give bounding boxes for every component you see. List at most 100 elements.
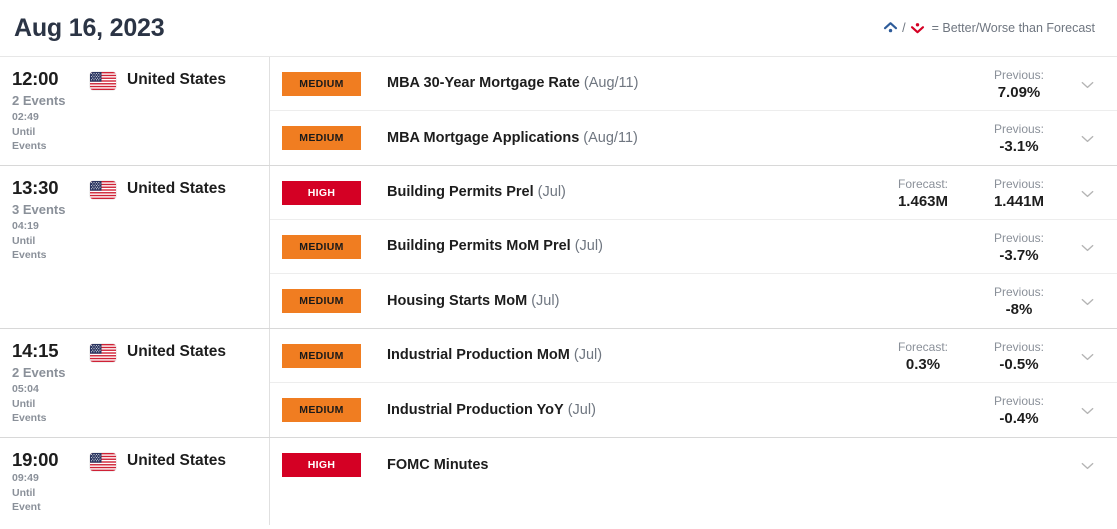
event-values <box>875 458 1107 472</box>
forecast-legend: / = Better/Worse than Forecast <box>883 21 1103 35</box>
event-row-0-1[interactable]: MEDIUM MBA Mortgage Applications (Aug/11… <box>270 111 1117 165</box>
event-values: Forecast: 1.463M Previous: 1.441M <box>875 176 1107 210</box>
country-united-states[interactable]: United States <box>90 340 226 362</box>
previous-label: Previous: <box>993 122 1045 136</box>
previous-cell: Previous: -8% <box>971 284 1067 318</box>
impact-badge: MEDIUM <box>282 343 361 368</box>
event-rows: MEDIUM Industrial Production MoM (Jul) F… <box>270 329 1117 437</box>
countdown-unit: Events <box>12 249 47 261</box>
country-united-states[interactable]: United States <box>90 449 226 471</box>
previous-value: -0.5% <box>999 355 1039 373</box>
row-expand-button[interactable] <box>1067 349 1107 363</box>
previous-label: Previous: <box>993 285 1045 299</box>
row-expand-button[interactable] <box>1067 186 1107 200</box>
row-expand-button[interactable] <box>1067 403 1107 417</box>
time-group-1415: 14:15 2 Events 05:04 Until Events United… <box>0 329 1117 438</box>
country-united-states[interactable]: United States <box>90 68 226 90</box>
previous-cell: Previous: -0.5% <box>971 339 1067 373</box>
chevron-down-icon <box>1081 242 1094 251</box>
forecast-label: Forecast: <box>897 176 948 191</box>
event-values: Previous: -3.7% <box>875 230 1107 264</box>
caret-up-dot-icon <box>883 21 898 35</box>
time-group-1200: 12:00 2 Events 02:49 Until Events United… <box>0 57 1117 166</box>
chevron-down-icon <box>1081 351 1094 360</box>
us-flag-icon <box>90 453 116 471</box>
time-column: 13:30 3 Events 04:19 Until Events United… <box>0 166 270 328</box>
group-event-count: 2 Events <box>12 365 66 380</box>
event-period: (Jul) <box>527 292 560 309</box>
event-values: Previous: -3.1% <box>875 121 1107 155</box>
event-row-3-0[interactable]: HIGH FOMC Minutes <box>270 438 1117 492</box>
event-title: Housing Starts MoM (Jul) <box>361 292 875 311</box>
impact-badge: MEDIUM <box>282 126 361 150</box>
time-group-1900: 19:00 09:49 Until Event United States HI… <box>0 438 1117 525</box>
us-flag-icon <box>90 344 116 362</box>
countdown-until: Until <box>12 397 36 410</box>
previous-value: -0.4% <box>999 410 1039 427</box>
event-name: MBA Mortgage Applications <box>387 129 580 146</box>
row-expand-button[interactable] <box>1067 77 1107 91</box>
event-row-0-0[interactable]: MEDIUM MBA 30-Year Mortgage Rate (Aug/11… <box>270 57 1117 111</box>
previous-cell: Previous: -3.1% <box>971 121 1067 155</box>
countdown-until: Until <box>12 125 36 138</box>
event-rows: HIGH FOMC Minutes <box>270 438 1117 525</box>
event-row-1-2[interactable]: MEDIUM Housing Starts MoM (Jul) Previous… <box>270 274 1117 328</box>
time-column: 19:00 09:49 Until Event United States <box>0 438 270 525</box>
previous-value: -3.1% <box>999 138 1039 155</box>
event-name: FOMC Minutes <box>387 456 489 473</box>
event-rows: HIGH Building Permits Prel (Jul) Forecas… <box>270 166 1117 328</box>
chevron-down-icon <box>1081 133 1094 143</box>
caret-down-dot-icon <box>910 21 925 35</box>
previous-cell: Previous: -0.4% <box>971 393 1067 427</box>
previous-value: 1.441M <box>993 192 1045 210</box>
row-expand-button[interactable] <box>1067 294 1107 308</box>
event-period: (Aug/11) <box>579 129 638 146</box>
event-title: Industrial Production MoM (Jul) <box>361 346 875 365</box>
previous-label: Previous: <box>993 176 1045 191</box>
countdown-unit: Event <box>12 501 41 513</box>
row-expand-button[interactable] <box>1067 240 1107 254</box>
group-time: 14:15 <box>12 340 59 361</box>
country-name: United States <box>127 343 227 360</box>
impact-badge: HIGH <box>282 453 361 477</box>
event-values: Previous: -0.4% <box>875 393 1107 427</box>
countdown-time: 09:49 <box>12 472 39 484</box>
group-event-count: 2 Events <box>12 93 66 108</box>
chevron-down-icon <box>1081 79 1094 88</box>
chevron-down-icon <box>1081 460 1094 470</box>
chevron-down-icon <box>1081 405 1094 415</box>
forecast-cell: Forecast: 0.3% <box>875 339 971 373</box>
previous-value: 7.09% <box>997 83 1041 101</box>
event-name: Industrial Production YoY <box>387 401 564 418</box>
event-row-1-0[interactable]: HIGH Building Permits Prel (Jul) Forecas… <box>270 166 1117 220</box>
row-expand-button[interactable] <box>1067 131 1107 145</box>
time-column: 14:15 2 Events 05:04 Until Events United… <box>0 329 270 437</box>
us-flag-icon <box>90 181 116 199</box>
event-title: MBA 30-Year Mortgage Rate (Aug/11) <box>361 74 875 93</box>
countdown-unit: Events <box>12 140 47 152</box>
countdown-unit: Events <box>12 412 47 424</box>
previous-label: Previous: <box>993 394 1045 408</box>
event-title: MBA Mortgage Applications (Aug/11) <box>361 129 875 148</box>
event-values: Forecast: 0.3% Previous: -0.5% <box>875 339 1107 373</box>
event-row-1-1[interactable]: MEDIUM Building Permits MoM Prel (Jul) P… <box>270 220 1117 274</box>
impact-badge: MEDIUM <box>282 289 361 313</box>
event-title: Building Permits MoM Prel (Jul) <box>361 237 875 256</box>
group-event-count: 3 Events <box>12 202 66 217</box>
impact-badge: MEDIUM <box>282 71 361 96</box>
previous-label: Previous: <box>993 339 1045 354</box>
chevron-down-icon <box>1081 296 1094 306</box>
legend-text: = Better/Worse than Forecast <box>931 21 1095 35</box>
row-expand-button[interactable] <box>1067 458 1107 472</box>
countdown-until: Until <box>12 234 36 247</box>
country-united-states[interactable]: United States <box>90 177 226 199</box>
impact-badge: MEDIUM <box>282 398 361 422</box>
countdown-time: 05:04 <box>12 383 39 395</box>
event-row-2-0[interactable]: MEDIUM Industrial Production MoM (Jul) F… <box>270 329 1117 383</box>
page-title: Aug 16, 2023 <box>14 13 165 42</box>
previous-cell: Previous: 7.09% <box>971 67 1067 101</box>
event-title: FOMC Minutes <box>361 456 875 475</box>
previous-value: -8% <box>1005 301 1033 318</box>
time-group-1330: 13:30 3 Events 04:19 Until Events United… <box>0 166 1117 329</box>
event-row-2-1[interactable]: MEDIUM Industrial Production YoY (Jul) P… <box>270 383 1117 437</box>
